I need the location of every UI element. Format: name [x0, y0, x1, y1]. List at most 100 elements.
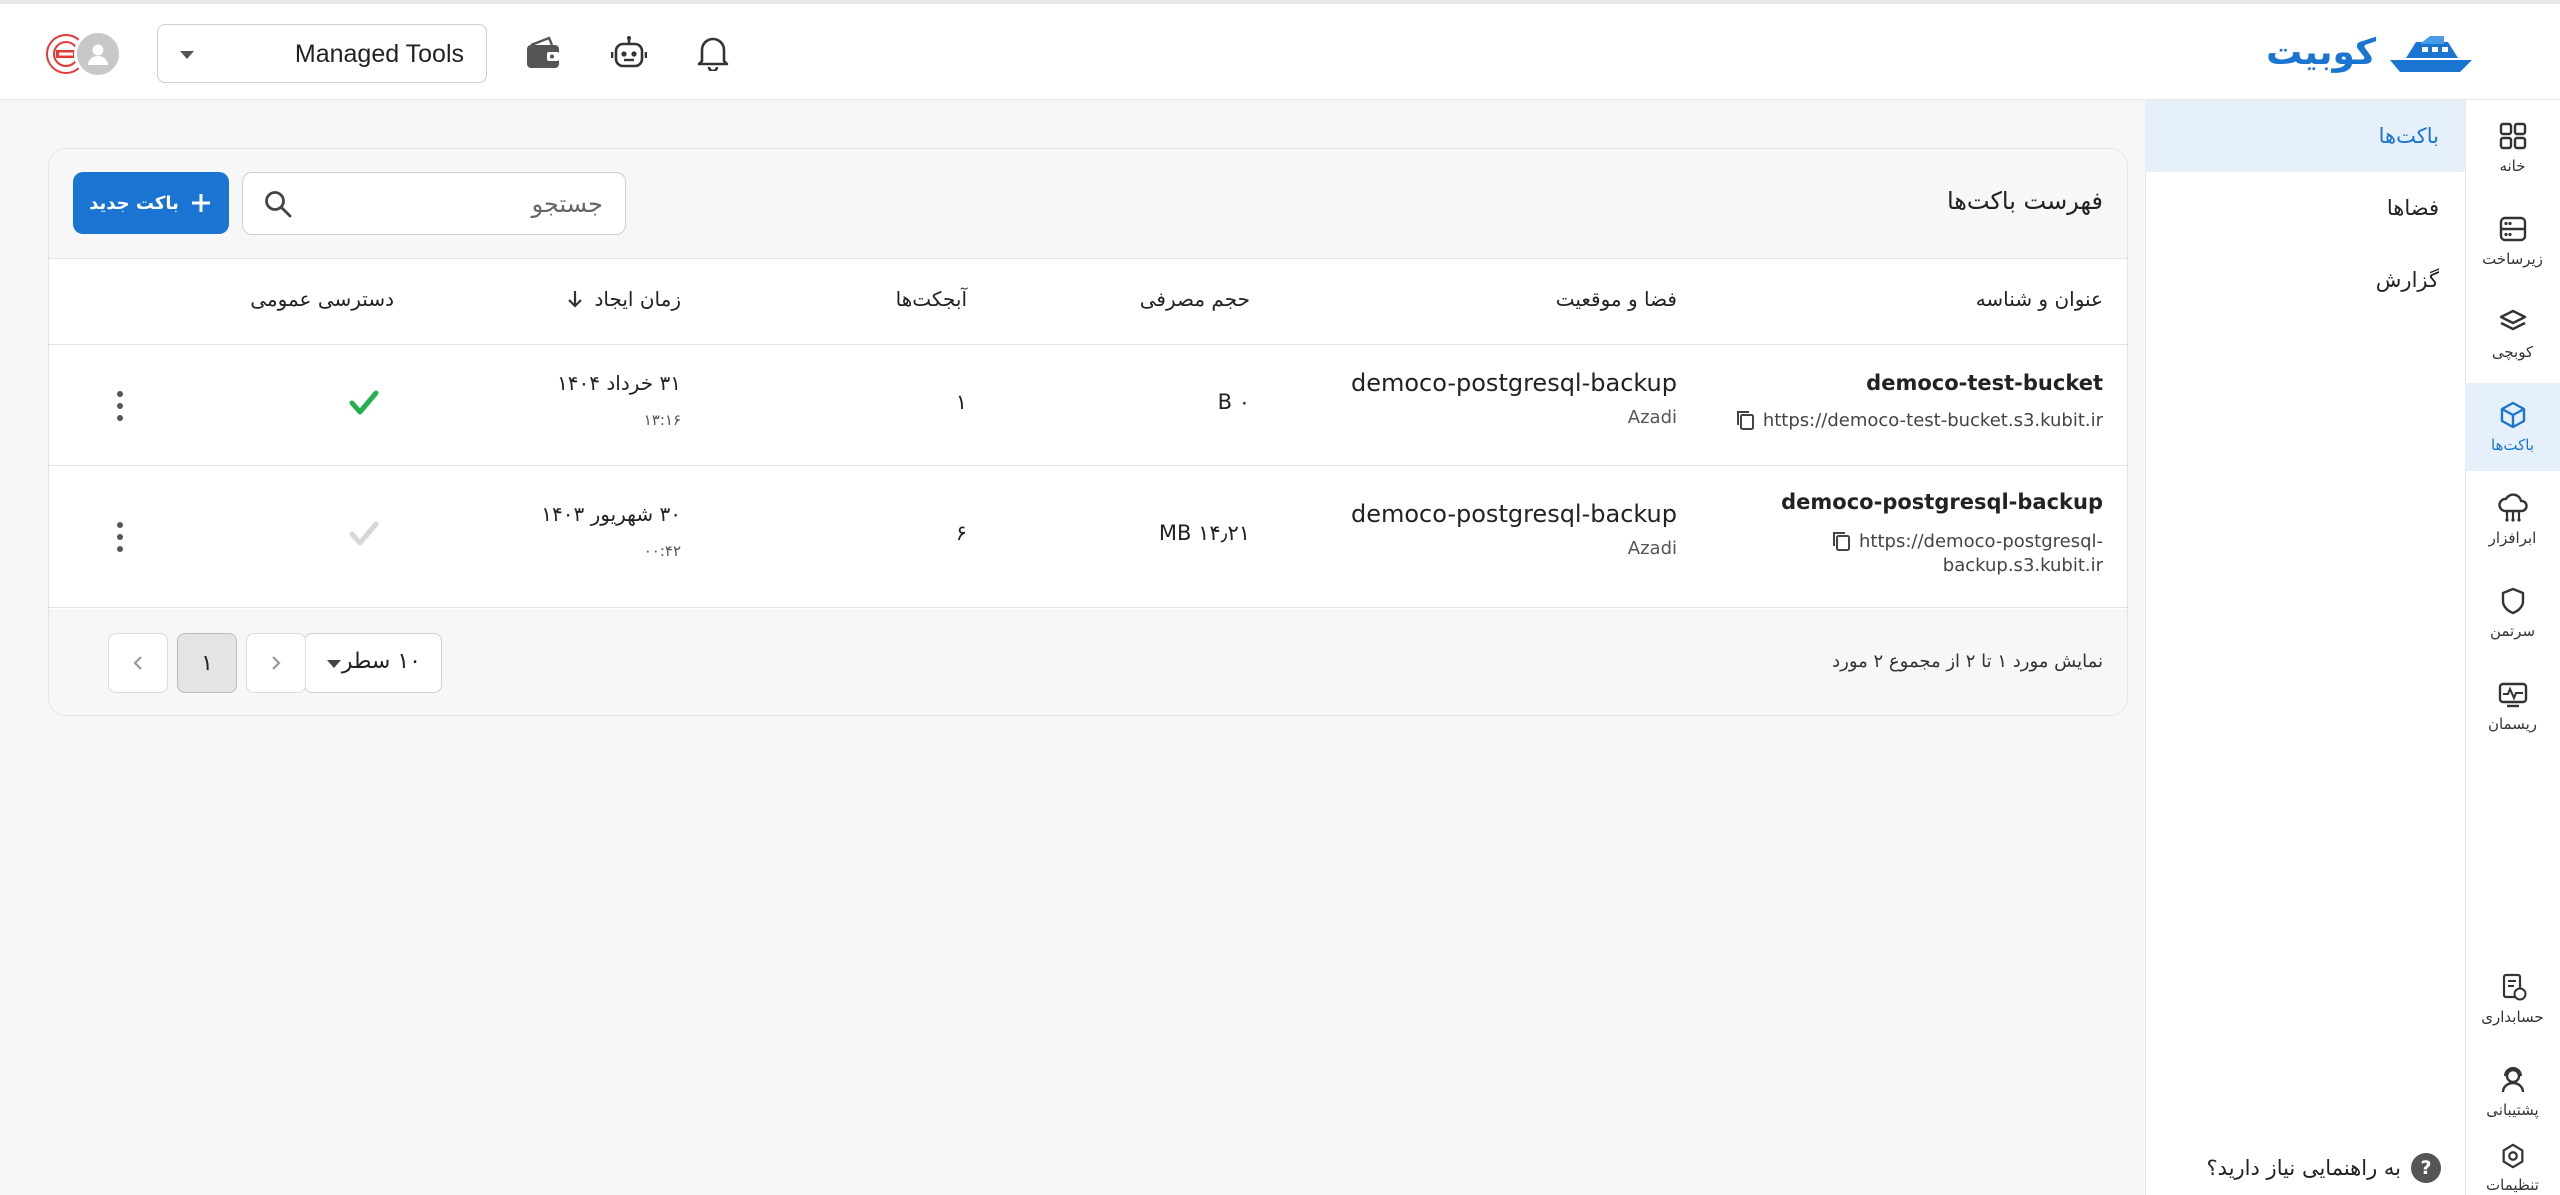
- section-nav: باکت‌ها فضاها گزارش ? به راهنمایی نیاز د…: [2145, 100, 2465, 1195]
- table-row[interactable]: democo-test-bucket https://democo-test-b…: [49, 345, 2127, 466]
- rows-per-page-value: ۱۰ سطر: [341, 649, 421, 674]
- shield-icon: [2501, 587, 2524, 615]
- col-size[interactable]: حجم مصرفی: [1140, 287, 1250, 311]
- row-menu-button[interactable]: [115, 391, 125, 421]
- page-button-current[interactable]: ۱: [177, 633, 237, 693]
- next-page-button[interactable]: [108, 633, 168, 693]
- arrow-down-icon: [568, 291, 583, 308]
- rail-item-label: زیرساخت: [2482, 250, 2543, 268]
- rail-item-label: باکت‌ها: [2490, 436, 2535, 454]
- chevron-down-icon: [180, 51, 194, 59]
- wallet-button[interactable]: [520, 30, 566, 76]
- bucket-url: https://democo-postgresql- backup.s3.kub…: [1831, 530, 2103, 578]
- receipt-icon: [2502, 973, 2526, 1001]
- cloud-app-icon: [2497, 493, 2528, 522]
- buckets-card: فهرست باکت‌ها باکت جدید عنوان و شناسه فض…: [48, 148, 2128, 716]
- brand-logo[interactable]: کوبیت: [2266, 30, 2476, 74]
- card-header: فهرست باکت‌ها باکت جدید: [49, 149, 2127, 259]
- app-header: کوبیت Managed Tools: [0, 4, 2560, 100]
- bucket-size: ۰ B: [1217, 390, 1250, 414]
- rail-item-accounting[interactable]: حسابداری: [2465, 955, 2560, 1043]
- col-space[interactable]: فضا و موقعیت: [1556, 287, 1677, 311]
- bucket-size: ۱۴٫۲۱ MB: [1158, 521, 1250, 545]
- col-objects[interactable]: آبجکت‌ها: [896, 287, 967, 311]
- subnav-item-buckets[interactable]: باکت‌ها: [2145, 100, 2465, 172]
- grid-icon: [2499, 122, 2526, 150]
- bell-icon: [697, 37, 729, 71]
- rail-item-kubchi[interactable]: کوبچی: [2465, 290, 2560, 378]
- user-avatar[interactable]: [74, 30, 122, 78]
- rail-item-settings[interactable]: تنظیمات: [2465, 1141, 2560, 1195]
- copy-icon[interactable]: [1735, 409, 1755, 431]
- col-name[interactable]: عنوان و شناسه: [1976, 287, 2103, 311]
- rail-item-cloud-apps[interactable]: ابرافزار: [2465, 476, 2560, 564]
- bucket-objects: ۱: [955, 390, 967, 414]
- help-link[interactable]: ? به راهنمایی نیاز دارید؟: [2207, 1153, 2441, 1183]
- results-summary: نمایش مورد ۱ تا ۲ از مجموع ۲ مورد: [1832, 651, 2103, 672]
- assistant-button[interactable]: [606, 30, 652, 76]
- rail-item-label: ریسمان: [2487, 715, 2538, 733]
- bucket-region: Azadi: [1627, 407, 1677, 428]
- cube-icon: [2500, 401, 2525, 429]
- boat-icon: [2390, 36, 2472, 72]
- subnav-item-report[interactable]: گزارش: [2145, 244, 2465, 316]
- server-icon: [2499, 216, 2526, 242]
- bucket-name[interactable]: democo-test-bucket: [1866, 371, 2103, 395]
- bucket-name[interactable]: democo-postgresql-backup: [1781, 490, 2103, 514]
- tools-select[interactable]: Managed Tools: [157, 24, 487, 83]
- table-row[interactable]: democo-postgresql-backup https://democo-…: [49, 466, 2127, 608]
- public-check-icon: [349, 521, 379, 546]
- col-created-label: زمان ایجاد: [594, 287, 681, 311]
- icon-rail: خانه زیرساخت کوبچی باکت‌ها اب: [2465, 100, 2560, 1195]
- new-bucket-label: باکت جدید: [89, 192, 179, 214]
- bucket-created-time: ۱۳:۱۶: [643, 411, 681, 429]
- new-bucket-button[interactable]: باکت جدید: [73, 172, 229, 234]
- rail-item-label: کوبچی: [2491, 343, 2534, 361]
- col-created[interactable]: زمان ایجاد: [566, 287, 681, 311]
- rail-item-sartaman[interactable]: سرتمن: [2465, 569, 2560, 657]
- rail-item-label: سرتمن: [2489, 622, 2536, 640]
- headset-icon: [2501, 1067, 2524, 1093]
- robot-icon: [611, 36, 647, 68]
- monitor-icon: [2498, 682, 2527, 708]
- subnav-item-spaces[interactable]: فضاها: [2145, 172, 2465, 244]
- copy-icon[interactable]: [1831, 530, 1851, 552]
- bucket-url-line: https://democo-postgresql-: [1859, 531, 2103, 552]
- page-title: فهرست باکت‌ها: [1946, 187, 2103, 215]
- bucket-created-date: ۳۰ شهریور ۱۴۰۳: [541, 502, 681, 526]
- table-header: عنوان و شناسه فضا و موقعیت حجم مصرفی آبج…: [49, 259, 2127, 345]
- search-input[interactable]: [303, 173, 603, 234]
- layers-icon: [2499, 309, 2526, 331]
- rail-item-infrastructure[interactable]: زیرساخت: [2465, 197, 2560, 285]
- bucket-url-text: https://democo-test-bucket.s3.kubit.ir: [1762, 410, 2103, 431]
- rail-item-home[interactable]: خانه: [2465, 104, 2560, 192]
- bucket-created-date: ۳۱ خرداد ۱۴۰۴: [557, 371, 681, 395]
- brand-name: کوبیت: [2266, 31, 2376, 73]
- search-box: [242, 172, 626, 235]
- prev-page-button[interactable]: [246, 633, 306, 693]
- rail-item-label: حسابداری: [2481, 1008, 2544, 1026]
- rail-item-label: تنظیمات: [2486, 1176, 2539, 1194]
- rows-per-page-select[interactable]: ۱۰ سطر: [304, 633, 442, 693]
- help-label: به راهنمایی نیاز دارید؟: [2206, 1156, 2401, 1180]
- bucket-space: democo-postgresql-backup: [1350, 500, 1677, 528]
- tools-select-value: Managed Tools: [294, 40, 464, 68]
- rail-item-monitoring[interactable]: ریسمان: [2465, 662, 2560, 750]
- chevron-right-icon: [272, 656, 281, 670]
- public-check-icon: [349, 390, 379, 415]
- rail-item-support[interactable]: پشتیبانی: [2465, 1048, 2560, 1136]
- search-icon: [265, 191, 292, 218]
- rail-item-buckets[interactable]: باکت‌ها: [2465, 383, 2560, 471]
- bucket-region: Azadi: [1627, 538, 1677, 559]
- row-menu-button[interactable]: [115, 522, 125, 552]
- rail-item-label: خانه: [2499, 157, 2526, 175]
- notifications-button[interactable]: [690, 30, 736, 76]
- bucket-created-time: ۰۰:۴۲: [643, 542, 681, 560]
- bucket-url-text: https://democo-postgresql- backup.s3.kub…: [1859, 530, 2103, 578]
- rail-item-label: ابرافزار: [2488, 529, 2537, 547]
- account-menu[interactable]: [46, 30, 126, 78]
- col-public[interactable]: دسترسی عمومی: [250, 287, 394, 311]
- bucket-space: democo-postgresql-backup: [1350, 369, 1677, 397]
- wallet-icon: [527, 36, 559, 68]
- bucket-objects: ۶: [955, 521, 967, 545]
